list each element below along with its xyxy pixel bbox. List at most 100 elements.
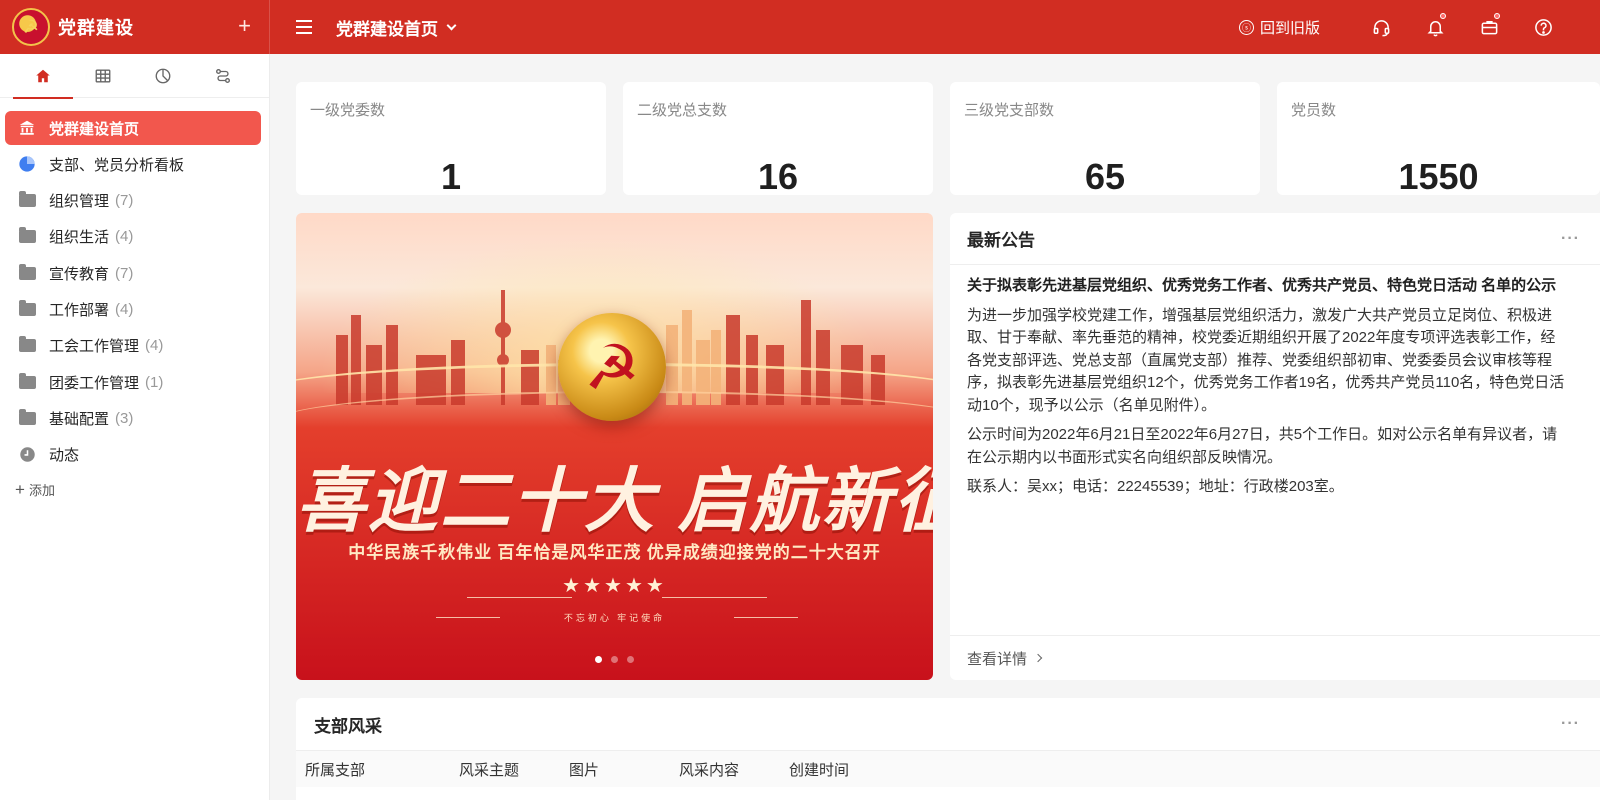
item-count: (3) [115, 409, 134, 427]
stat-label: 二级党总支数 [637, 102, 728, 119]
menu-toggle-icon[interactable] [296, 20, 320, 34]
more-icon[interactable]: ··· [1561, 715, 1580, 733]
folder-icon [17, 263, 37, 283]
stat-value: 65 [1084, 156, 1126, 197]
stat-label: 一级党委数 [310, 102, 386, 119]
banner-motto: 不忘初心 牢记使命 [563, 613, 666, 623]
switch-icon: ⓢ [1238, 19, 1254, 35]
carousel-dot-1[interactable] [595, 656, 602, 663]
sidebar-item-home[interactable]: 党群建设首页 [5, 111, 261, 145]
main-content: 一级党委数 1 二级党总支数 16 三级党支部数 65 党员数 1550 ☭ 喜… [270, 54, 1600, 800]
sidebar-item-publicity[interactable]: 宣传教育 (7) [5, 256, 261, 290]
top-header: ☭ 党群建设 + 党群建设首页 ⓢ 回到旧版 [0, 0, 1600, 54]
chevron-right-icon [1033, 653, 1043, 663]
column-header[interactable]: 风采主题 [459, 759, 569, 780]
plus-icon: + [15, 479, 25, 499]
brand-name: 党群建设 [58, 18, 134, 38]
notice-title: 最新公告 [967, 231, 1035, 250]
sidebar-item-label: 党群建设首页 [49, 120, 140, 138]
stat-card-branches[interactable]: 三级党支部数 65 [950, 82, 1260, 197]
item-count: (7) [115, 264, 134, 282]
folder-icon [17, 408, 37, 428]
view-details-link[interactable]: 查看详情 [950, 635, 1600, 680]
header-actions: ⓢ 回到旧版 [1238, 0, 1600, 54]
notice-body: 关于拟表彰先进基层党组织、优秀党务工作者、优秀共产党员、特色党日活动 名单的公示… [950, 265, 1575, 499]
tab-chart[interactable] [133, 54, 193, 98]
branch-showcase-card: 支部风采 ··· 所属支部 风采主题 图片 风采内容 创建时间 [296, 698, 1600, 800]
more-icon[interactable]: ··· [1561, 230, 1580, 248]
item-count: (1) [145, 373, 164, 391]
stat-card-members[interactable]: 党员数 1550 [1277, 82, 1600, 197]
add-icon[interactable]: + [238, 13, 251, 39]
sidebar-item-label: 组织生活 [49, 229, 110, 247]
add-label: 添加 [28, 483, 55, 499]
column-header[interactable]: 所属支部 [305, 759, 459, 780]
stat-card-party-committees[interactable]: 一级党委数 1 [296, 82, 606, 197]
sidebar-item-youth-league[interactable]: 团委工作管理 (1) [5, 365, 261, 399]
item-count: (4) [115, 228, 134, 246]
sidebar-tabs [0, 54, 269, 99]
branch-header: 支部风采 ··· [296, 698, 1600, 751]
notice-header: 最新公告 ··· [950, 213, 1600, 265]
folder-icon [17, 227, 37, 247]
item-count: (4) [115, 300, 134, 318]
help-icon[interactable] [1516, 0, 1570, 54]
sidebar-item-label: 动态 [49, 447, 80, 465]
sidebar-item-config[interactable]: 基础配置 (3) [5, 401, 261, 435]
star-icons: ★★★★★ [562, 575, 667, 597]
sidebar-item-dashboard[interactable]: 支部、党员分析看板 [5, 147, 261, 181]
column-header[interactable]: 创建时间 [789, 759, 909, 780]
briefcase-icon[interactable] [1462, 0, 1516, 54]
folder-icon [17, 372, 37, 392]
sidebar-item-label: 团委工作管理 [49, 374, 140, 392]
latest-notice-card: 最新公告 ··· 关于拟表彰先进基层党组织、优秀党务工作者、优秀共产党员、特色党… [950, 213, 1600, 680]
carousel-dots [296, 656, 933, 663]
stat-value: 1 [440, 156, 462, 197]
sidebar-item-label: 支部、党员分析看板 [49, 156, 185, 174]
folder-icon [17, 191, 37, 211]
column-header[interactable]: 风采内容 [679, 759, 789, 780]
page-title: 党群建设首页 [336, 19, 438, 39]
party-emblem-logo: ☭ [12, 8, 50, 46]
sidebar-add-button[interactable]: + 添加 [15, 480, 261, 500]
notification-dot [1440, 13, 1446, 19]
old-version-label: 回到旧版 [1259, 19, 1320, 37]
column-header[interactable]: 图片 [569, 759, 679, 780]
notification-dot [1494, 13, 1500, 19]
back-to-old-version-button[interactable]: ⓢ 回到旧版 [1238, 17, 1320, 38]
stat-card-general-branches[interactable]: 二级党总支数 16 [623, 82, 933, 197]
notice-paragraph: 公示时间为2022年6月21日至2022年6月27日，共5个工作日。如对公示名单… [967, 426, 1558, 466]
table-header-row: 所属支部 风采主题 图片 风采内容 创建时间 [296, 751, 1600, 787]
notice-headline[interactable]: 关于拟表彰先进基层党组织、优秀党务工作者、优秀共产党员、特色党日活动 名单的公示 [967, 275, 1565, 298]
flow-icon [216, 69, 230, 83]
page-title-dropdown[interactable]: 党群建设首页 [336, 15, 457, 40]
tab-flow[interactable] [193, 54, 253, 98]
banner-subline: 中华民族千秋伟业 百年恰是风华正茂 优异成绩迎接党的二十大召开 [348, 543, 881, 562]
pie-chart-icon [17, 154, 37, 174]
party-emblem-icon: ☭ [558, 313, 666, 421]
sidebar-item-union[interactable]: 工会工作管理 (4) [5, 329, 261, 363]
sidebar: 党群建设首页 支部、党员分析看板 组织管理 (7) 组织生活 (4) 宣传教育 … [0, 54, 270, 800]
tab-table[interactable] [73, 54, 133, 98]
item-count: (4) [145, 337, 164, 355]
sidebar-item-org-management[interactable]: 组织管理 (7) [5, 184, 261, 218]
headset-icon[interactable] [1354, 0, 1408, 54]
folder-icon [17, 299, 37, 319]
sidebar-item-activity[interactable]: 动态 [5, 438, 261, 472]
stat-value: 16 [757, 156, 799, 197]
carousel-dot-3[interactable] [627, 656, 634, 663]
banner-headline: 喜迎二十大 启航新征程 [296, 462, 933, 540]
sidebar-item-label: 组织管理 [49, 193, 110, 211]
view-details-label: 查看详情 [967, 650, 1028, 668]
notice-paragraph: 为进一步加强学校党建工作，增强基层党组织活力，激发广大共产党员立足岗位、积极进取… [967, 306, 1565, 414]
bell-icon[interactable] [1408, 0, 1462, 54]
sidebar-item-label: 基础配置 [49, 410, 110, 428]
clock-icon [17, 445, 37, 465]
sidebar-item-work-deploy[interactable]: 工作部署 (4) [5, 292, 261, 326]
branch-title: 支部风采 [314, 716, 382, 736]
sidebar-item-label: 工会工作管理 [49, 338, 140, 356]
tab-home[interactable] [13, 54, 73, 99]
carousel-dot-2[interactable] [611, 656, 618, 663]
banner-carousel[interactable]: ☭ 喜迎二十大 启航新征程 中华民族千秋伟业 百年恰是风华正茂 优异成绩迎接党的… [296, 213, 933, 680]
sidebar-item-org-life[interactable]: 组织生活 (4) [5, 220, 261, 254]
